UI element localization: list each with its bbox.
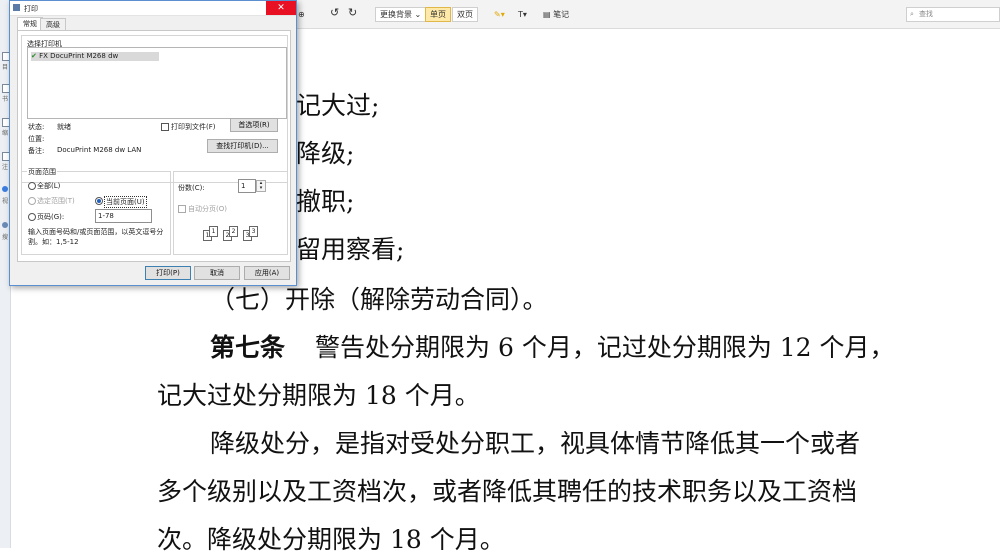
article-label: 第七条 xyxy=(210,333,286,362)
view-icon[interactable] xyxy=(2,186,8,192)
doc-line: 留用察看; xyxy=(296,235,405,264)
close-button[interactable]: ✕ xyxy=(266,1,296,15)
print-dialog: 打印 ✕ 常规 高级 选择打印机 ✔ FX DocuPrint M268 dw … xyxy=(9,0,297,286)
printer-check-icon: ✔ xyxy=(31,52,37,60)
range-all-label: 全部(L) xyxy=(37,182,61,190)
location-label: 位置: xyxy=(28,135,45,143)
range-selection-label: 选定范围(T) xyxy=(37,197,75,205)
search-panel-icon[interactable] xyxy=(2,222,8,228)
collate-page-icon: 1 xyxy=(209,226,218,237)
preferences-button[interactable]: 首选项(R) xyxy=(230,118,278,132)
cancel-button[interactable]: 取消 xyxy=(194,266,240,280)
note-button[interactable]: ▤ 笔记 xyxy=(543,6,569,22)
page-range-label: 页面范围 xyxy=(27,167,57,177)
sidebar-label: 搜 xyxy=(2,234,9,241)
doc-line: 降级处分，是指对受处分职工，视具体情节降低其一个或者 xyxy=(210,429,861,458)
range-pages-label: 页码(G): xyxy=(37,213,65,221)
sidebar-label: 目 xyxy=(2,64,9,71)
print-button[interactable]: 打印(P) xyxy=(145,266,191,280)
range-hint-line1: 输入页面号码和/或页面范围，以英文逗号分 xyxy=(28,228,164,236)
article-text: 警告处分期限为 6 个月，记过处分期限为 12 个月， xyxy=(315,333,895,362)
dialog-title: 打印 xyxy=(24,5,38,13)
rotate-left-icon[interactable]: ↺ xyxy=(330,4,339,20)
collate-page-icon: 3 xyxy=(249,226,258,237)
sidebar-label: 视 xyxy=(2,198,9,205)
doc-line: 降级; xyxy=(296,139,355,168)
collate-checkbox xyxy=(178,205,186,213)
comment-label: 备注: xyxy=(28,147,45,155)
copies-stepper[interactable]: ▴ ▾ xyxy=(256,180,266,192)
printer-list[interactable]: ✔ FX DocuPrint M268 dw xyxy=(27,47,287,119)
dialog-titlebar: 打印 ✕ xyxy=(10,1,296,16)
range-pages-radio[interactable] xyxy=(28,213,36,221)
status-value: 就绪 xyxy=(57,123,71,131)
collate-page-icon: 2 xyxy=(229,226,238,237)
text-tool-icon[interactable]: T▾ xyxy=(518,6,527,22)
range-current-radio[interactable] xyxy=(95,197,103,205)
sidebar-label: 书 xyxy=(2,96,9,103)
doc-line: 记大过处分期限为 18 个月。 xyxy=(157,381,480,410)
range-all-radio[interactable] xyxy=(28,182,36,190)
printer-list-item[interactable]: ✔ FX DocuPrint M268 dw xyxy=(31,52,159,61)
search-icon: ⌕ xyxy=(910,10,914,18)
doc-line: 次。降级处分期限为 18 个月。 xyxy=(157,525,505,554)
status-label: 状态: xyxy=(28,123,45,131)
highlight-icon[interactable]: ✎▾ xyxy=(494,6,505,22)
copies-input[interactable]: 1 xyxy=(238,179,256,193)
single-page-button[interactable]: 单页 xyxy=(425,6,451,22)
range-current-label: 当前页面(U) xyxy=(104,196,147,208)
double-page-button[interactable]: 双页 xyxy=(452,6,478,22)
doc-line: 记大过; xyxy=(296,91,380,120)
doc-line: 多个级别以及工资档次，或者降低其聘任的技术职务以及工资档 xyxy=(157,477,858,506)
rotate-right-icon[interactable]: ↻ xyxy=(348,4,357,20)
doc-line: 第七条 警告处分期限为 6 个月，记过处分期限为 12 个月， xyxy=(210,328,895,364)
pages-input[interactable]: 1-78 xyxy=(95,209,152,223)
sidebar-label: 注 xyxy=(2,164,9,171)
print-to-file-checkbox[interactable] xyxy=(161,123,169,131)
print-to-file-label: 打印到文件(F) xyxy=(171,123,216,131)
note-icon: ▤ xyxy=(543,9,551,19)
change-background-button[interactable]: 更换背景 ⌄ xyxy=(375,6,427,22)
general-panel: 选择打印机 ✔ FX DocuPrint M268 dw 状态: 就绪 位置: … xyxy=(17,30,291,262)
comment-value: DocuPrint M268 dw LAN xyxy=(57,146,142,154)
find-printer-button[interactable]: 查找打印机(D)... xyxy=(207,139,278,153)
doc-line: 撤职; xyxy=(296,187,355,216)
range-hint-line2: 割。如：1,5-12 xyxy=(28,238,79,246)
collate-label: 自动分页(O) xyxy=(188,205,227,213)
search-input[interactable]: ⌕ 查找 xyxy=(906,7,1000,22)
range-selection-radio xyxy=(28,197,36,205)
sidebar-label: 缩 xyxy=(2,130,9,137)
zoom-in-icon[interactable]: ⊕ xyxy=(298,6,305,22)
copies-label: 份数(C): xyxy=(178,184,205,192)
apply-button[interactable]: 应用(A) xyxy=(244,266,290,280)
printer-icon xyxy=(13,4,20,11)
